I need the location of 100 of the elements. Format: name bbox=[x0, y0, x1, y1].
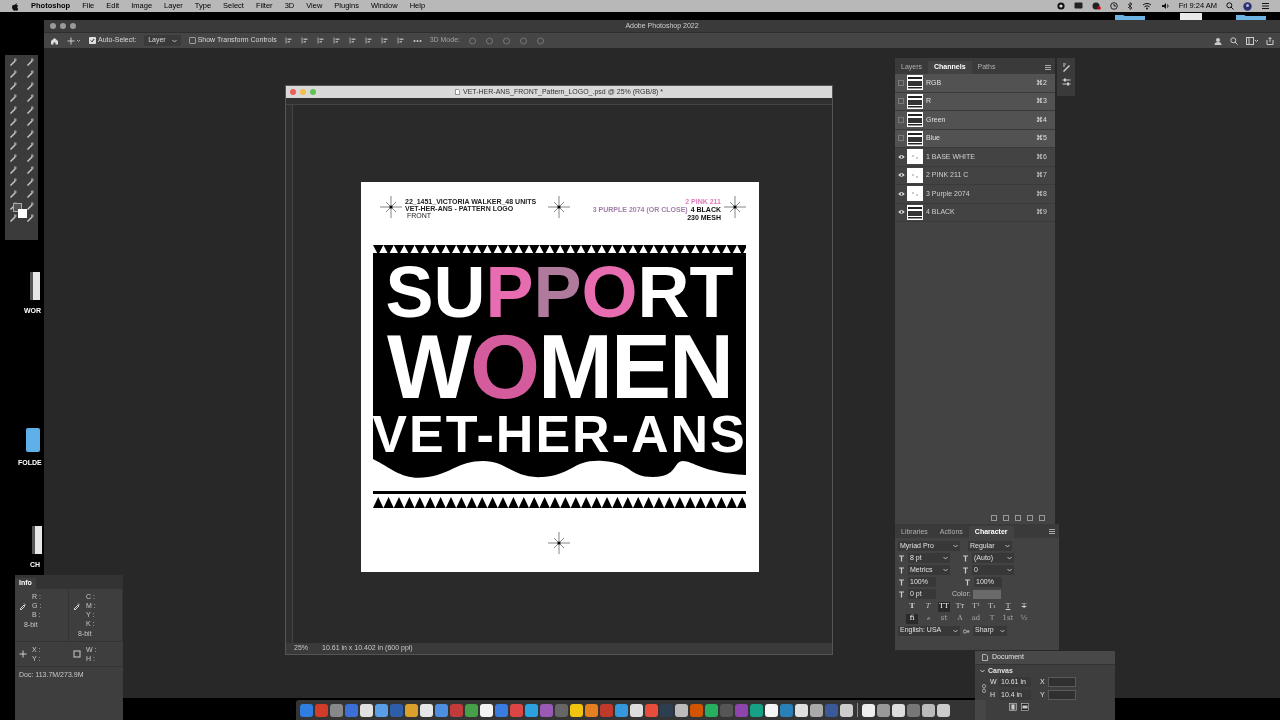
dock-app-icon[interactable] bbox=[892, 703, 905, 717]
eye-icon[interactable] bbox=[897, 210, 905, 215]
tool-icon[interactable] bbox=[25, 58, 34, 66]
dock-app-icon[interactable] bbox=[360, 703, 373, 717]
tool-icon[interactable] bbox=[25, 190, 34, 198]
align-icon[interactable] bbox=[380, 37, 389, 44]
dock-app-icon[interactable] bbox=[862, 703, 875, 717]
font-size-icon[interactable] bbox=[898, 554, 906, 562]
tool-icon[interactable] bbox=[9, 190, 18, 198]
panel-menu-icon[interactable] bbox=[1045, 65, 1051, 70]
align-icon[interactable] bbox=[348, 37, 357, 44]
tool-icon[interactable] bbox=[9, 178, 18, 186]
tool-icon[interactable] bbox=[25, 202, 34, 210]
search-icon[interactable] bbox=[1230, 36, 1238, 45]
tool-icon[interactable] bbox=[9, 82, 18, 90]
tool-icon[interactable] bbox=[9, 58, 18, 66]
anti-aliasing-icon[interactable] bbox=[963, 627, 970, 634]
align-icon[interactable] bbox=[364, 37, 373, 44]
caret-icon[interactable] bbox=[1005, 544, 1010, 548]
tool-icon[interactable] bbox=[25, 154, 34, 162]
caret-icon[interactable] bbox=[943, 556, 948, 560]
document-icon[interactable] bbox=[454, 89, 460, 95]
tool-icon[interactable] bbox=[25, 118, 34, 126]
move-tool-icon[interactable] bbox=[67, 36, 81, 45]
auto-select-checkbox[interactable] bbox=[89, 37, 96, 44]
text-color-swatch[interactable] bbox=[972, 589, 1001, 599]
eyedropper-icon[interactable] bbox=[19, 602, 27, 610]
horizontal-scale-icon[interactable] bbox=[964, 578, 972, 586]
eye-icon[interactable] bbox=[897, 191, 905, 196]
kerning-icon[interactable] bbox=[898, 566, 906, 574]
tool-icon[interactable] bbox=[25, 82, 34, 90]
tool-icon[interactable] bbox=[25, 130, 34, 138]
wifi-icon[interactable] bbox=[1141, 2, 1152, 10]
share-user-icon[interactable] bbox=[1214, 36, 1222, 45]
align-icon[interactable] bbox=[284, 37, 293, 44]
bluetooth-icon[interactable] bbox=[1126, 2, 1133, 10]
apple-logo-icon[interactable] bbox=[11, 1, 19, 11]
cloud-icon[interactable] bbox=[1091, 2, 1101, 10]
search-icon[interactable] bbox=[1226, 2, 1234, 10]
file-thumbnail[interactable] bbox=[1180, 13, 1202, 20]
home-icon[interactable] bbox=[50, 36, 59, 45]
align-icon[interactable] bbox=[332, 37, 341, 44]
dock-app-icon[interactable] bbox=[675, 703, 688, 717]
dock-app-icon[interactable] bbox=[937, 703, 950, 717]
user-avatar-icon[interactable] bbox=[1243, 1, 1252, 11]
caret-icon[interactable] bbox=[1007, 568, 1012, 572]
tool-icon[interactable] bbox=[9, 142, 18, 150]
more-icon[interactable] bbox=[412, 38, 422, 43]
align-icon[interactable] bbox=[396, 37, 405, 44]
eye-icon[interactable] bbox=[897, 173, 905, 178]
dock-app-icon[interactable] bbox=[765, 703, 778, 717]
tool-icon[interactable] bbox=[9, 154, 18, 162]
dock-app-icon[interactable] bbox=[922, 703, 935, 717]
dock-app-icon[interactable] bbox=[570, 703, 583, 717]
tool-icon[interactable] bbox=[25, 142, 34, 150]
dock-app-icon[interactable] bbox=[405, 703, 418, 717]
portrait-icon[interactable] bbox=[1009, 703, 1017, 711]
tracking-icon[interactable] bbox=[962, 566, 970, 574]
align-icon[interactable] bbox=[300, 37, 309, 44]
dock-app-icon[interactable] bbox=[420, 703, 433, 717]
tool-icon[interactable] bbox=[9, 166, 18, 174]
caret-icon[interactable] bbox=[953, 544, 958, 548]
caret-icon[interactable] bbox=[1000, 628, 1005, 633]
tool-icon[interactable] bbox=[9, 94, 18, 102]
list-icon[interactable] bbox=[1261, 2, 1270, 10]
clock-icon[interactable] bbox=[1109, 2, 1118, 10]
record-icon[interactable] bbox=[1056, 2, 1065, 10]
tool-icon[interactable] bbox=[25, 106, 34, 114]
panel-menu-icon[interactable] bbox=[1049, 529, 1055, 534]
eyedropper-icon[interactable] bbox=[73, 602, 81, 610]
eye-icon[interactable] bbox=[897, 154, 905, 159]
tool-icon[interactable] bbox=[25, 178, 34, 186]
document-icon[interactable] bbox=[30, 272, 40, 300]
dock-app-icon[interactable] bbox=[480, 703, 493, 717]
tool-icon[interactable] bbox=[25, 214, 34, 222]
tool-icon[interactable] bbox=[25, 94, 34, 102]
vertical-scale-icon[interactable] bbox=[898, 578, 906, 586]
workspace-icon[interactable] bbox=[1246, 36, 1258, 45]
tool-icon[interactable] bbox=[9, 130, 18, 138]
dock-app-icon[interactable] bbox=[630, 703, 643, 717]
tool-icon[interactable] bbox=[9, 118, 18, 126]
coordinate-field[interactable] bbox=[1047, 689, 1076, 700]
caret-icon[interactable] bbox=[171, 38, 177, 43]
tool-icon[interactable] bbox=[9, 106, 18, 114]
tool-icon[interactable] bbox=[25, 70, 34, 78]
visibility-toggle[interactable] bbox=[898, 116, 904, 123]
visibility-toggle[interactable] bbox=[898, 135, 904, 142]
visibility-toggle[interactable] bbox=[898, 79, 904, 86]
caret-icon[interactable] bbox=[943, 568, 948, 572]
adjustments-icon[interactable] bbox=[1061, 78, 1071, 86]
baseline-shift-icon[interactable] bbox=[898, 590, 906, 598]
coordinate-field[interactable] bbox=[1047, 677, 1076, 688]
tool-icon[interactable] bbox=[9, 214, 18, 222]
link-icon[interactable] bbox=[982, 684, 986, 693]
volume-icon[interactable] bbox=[1160, 2, 1170, 10]
document-icon[interactable] bbox=[32, 526, 42, 554]
crosshair-icon[interactable] bbox=[19, 650, 27, 658]
monitor-icon[interactable] bbox=[1073, 2, 1083, 10]
align-icon[interactable] bbox=[316, 37, 325, 44]
dock-app-icon[interactable] bbox=[810, 703, 823, 717]
